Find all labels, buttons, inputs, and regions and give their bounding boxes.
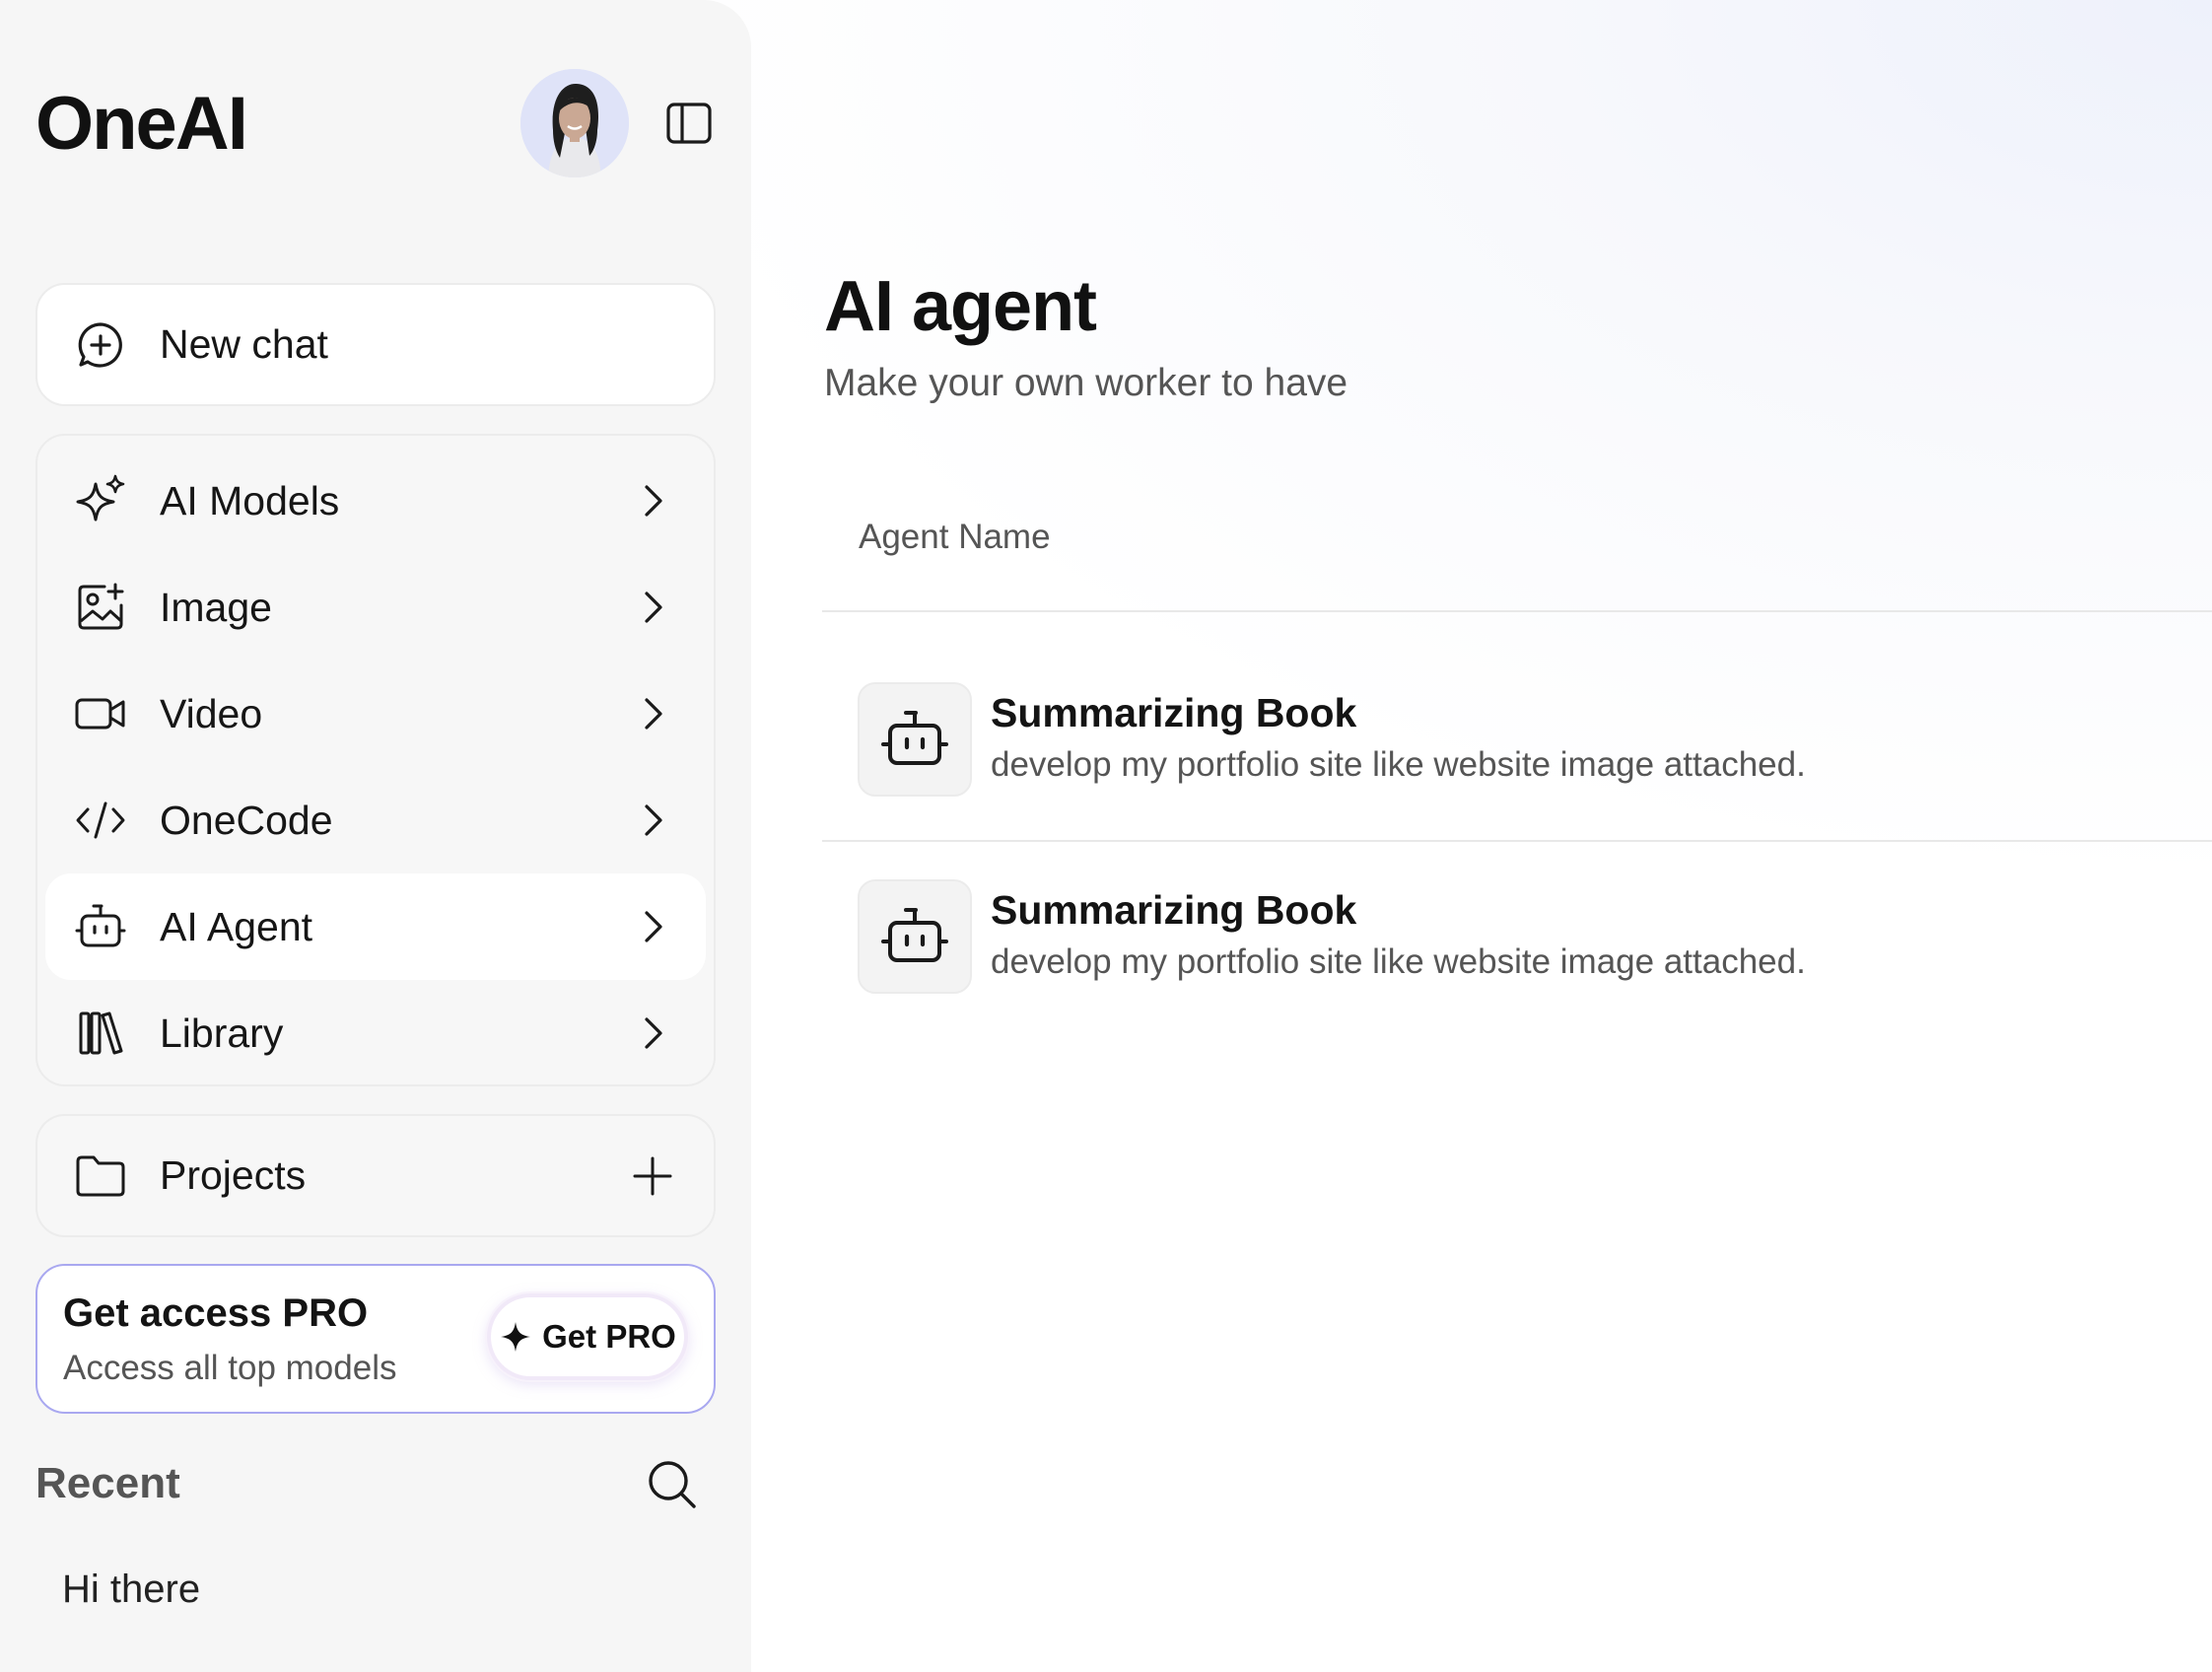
chevron-right-icon (639, 588, 668, 627)
menu-item-ai-agent[interactable]: AI Agent (45, 873, 706, 980)
recent-heading: Recent (35, 1459, 180, 1507)
robot-icon (858, 879, 972, 994)
pro-subtitle: Access all top models (63, 1349, 397, 1387)
get-pro-button[interactable]: Get PRO (487, 1293, 688, 1380)
menu-item-onecode[interactable]: OneCode (37, 767, 714, 873)
main-menu: AI Models Image Video OneCode AI Agent L… (35, 434, 716, 1086)
new-chat-button[interactable]: New chat (35, 283, 716, 406)
menu-item-library[interactable]: Library (37, 980, 714, 1086)
sidebar-toggle-icon (666, 103, 712, 144)
robot-icon (858, 682, 972, 797)
robot-icon (73, 899, 128, 954)
video-icon (73, 686, 128, 741)
projects-section[interactable]: Projects (35, 1114, 716, 1237)
menu-item-label: Video (160, 690, 263, 736)
sidebar: OneAI New chat AI Models Image Video One… (0, 0, 751, 1672)
agent-row[interactable]: Summarizing Book develop my portfolio si… (858, 879, 2139, 998)
agent-row[interactable]: Summarizing Book develop my portfolio si… (858, 682, 2139, 801)
menu-item-video[interactable]: Video (37, 661, 714, 767)
sidebar-toggle-button[interactable] (664, 99, 714, 148)
agent-name: Summarizing Book (991, 887, 1357, 933)
new-chat-row: New chat (37, 292, 714, 398)
new-chat-icon (73, 317, 128, 373)
page-title: AI agent (824, 267, 1097, 346)
folder-icon (73, 1149, 128, 1204)
pro-title: Get access PRO (63, 1291, 369, 1335)
library-icon (73, 1006, 128, 1061)
agent-description: develop my portfolio site like website i… (991, 942, 1806, 981)
avatar[interactable] (520, 69, 629, 177)
chevron-right-icon (639, 801, 668, 840)
menu-item-label: AI Models (160, 477, 340, 523)
app-logo: OneAI (35, 82, 248, 166)
sparkle-icon (501, 1322, 531, 1352)
menu-item-label: Library (160, 1010, 284, 1056)
chevron-right-icon (639, 694, 668, 733)
new-chat-label: New chat (160, 321, 328, 367)
agent-name: Summarizing Book (991, 690, 1357, 735)
table-divider (822, 610, 2212, 612)
projects-label: Projects (160, 1152, 307, 1198)
menu-item-image[interactable]: Image (37, 554, 714, 661)
search-icon (649, 1461, 696, 1508)
chevron-right-icon (639, 907, 668, 946)
menu-item-label: Image (160, 584, 272, 630)
image-icon (73, 580, 128, 635)
code-icon (73, 793, 128, 848)
menu-item-label: AI Agent (160, 903, 313, 949)
pro-upgrade-card: Get access PRO Access all top models Get… (35, 1264, 716, 1414)
sparkle-icon (73, 473, 128, 528)
recent-chat-item[interactable]: Hi there (62, 1568, 200, 1612)
agent-name-column-header: Agent Name (859, 518, 1051, 556)
avatar-image (520, 69, 629, 177)
menu-item-ai-models[interactable]: AI Models (37, 448, 714, 554)
projects-row: Projects (37, 1123, 714, 1229)
page-subtitle: Make your own worker to have (824, 362, 1348, 404)
table-divider (822, 840, 2212, 842)
add-project-button[interactable] (631, 1154, 674, 1198)
agent-description: develop my portfolio site like website i… (991, 745, 1806, 784)
recent-search-button[interactable] (645, 1457, 700, 1512)
plus-icon (633, 1156, 672, 1195)
get-pro-label: Get PRO (542, 1318, 676, 1355)
chevron-right-icon (639, 481, 668, 521)
chevron-right-icon (639, 1013, 668, 1053)
menu-item-label: OneCode (160, 797, 333, 843)
